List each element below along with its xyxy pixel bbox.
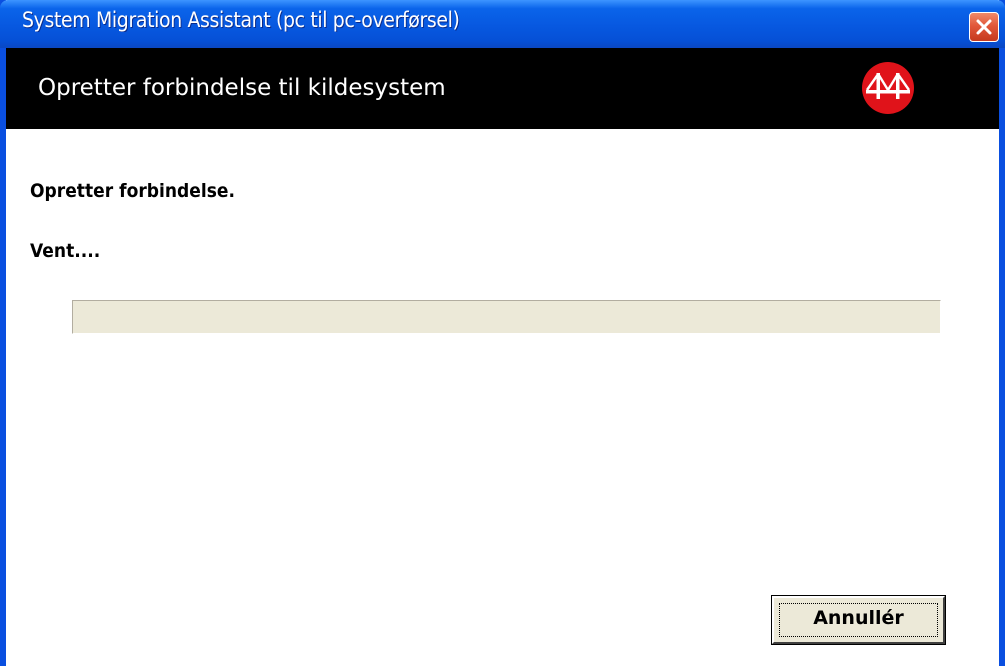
status-text: Opretter forbindelse. [30, 180, 236, 202]
close-icon [976, 19, 992, 35]
progress-bar [72, 300, 941, 334]
wizard-header: Opretter forbindelse til kildesystem [6, 48, 999, 129]
wizard-content: Opretter forbindelse. Vent.... Annullér [6, 129, 999, 666]
close-button[interactable] [969, 12, 999, 42]
page-title: Opretter forbindelse til kildesystem [38, 75, 446, 101]
title-bar[interactable]: System Migration Assistant (pc til pc-ov… [0, 0, 1005, 48]
dialog-window: System Migration Assistant (pc til pc-ov… [0, 0, 1005, 666]
wait-text: Vent.... [30, 240, 101, 262]
cancel-button-label: Annullér [813, 607, 904, 629]
window-title: System Migration Assistant (pc til pc-ov… [22, 8, 460, 32]
cancel-button[interactable]: Annullér [771, 595, 946, 645]
bridge-logo-icon [862, 62, 914, 114]
